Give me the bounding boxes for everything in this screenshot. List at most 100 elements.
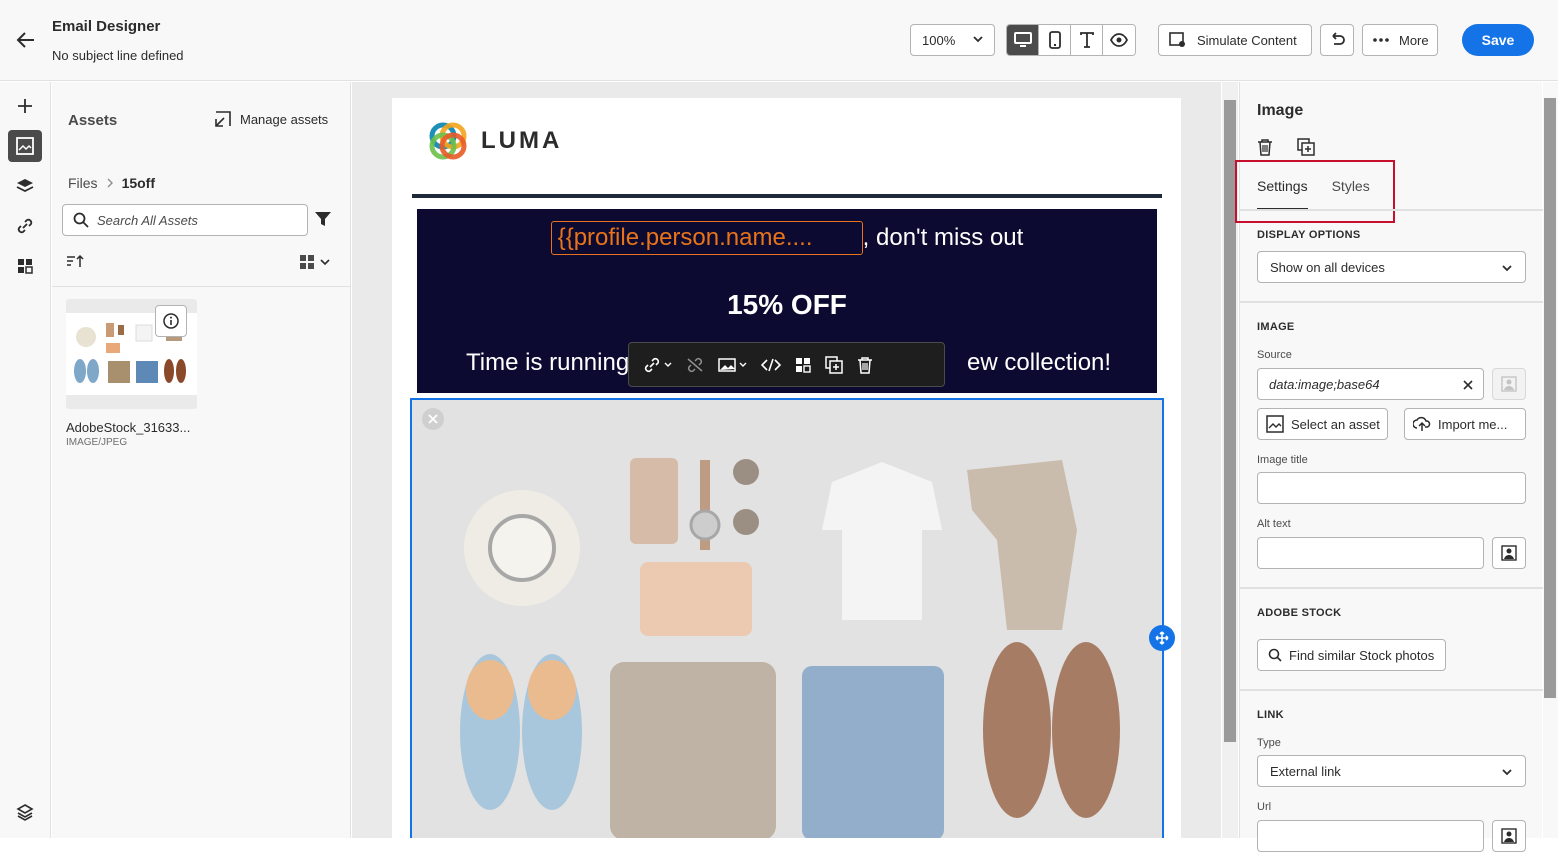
product-flatlay-image <box>412 400 1162 838</box>
select-asset-label: Select an asset <box>1291 416 1380 432</box>
duplicate-icon <box>825 355 843 374</box>
delete-button[interactable] <box>857 356 873 374</box>
display-options-heading: DISPLAY OPTIONS <box>1257 229 1361 241</box>
duplicate-icon[interactable] <box>1297 138 1315 156</box>
assets-icon <box>16 137 34 155</box>
asset-card[interactable] <box>66 299 197 409</box>
text-icon <box>1079 32 1094 48</box>
link-type-select[interactable]: External link <box>1257 755 1526 787</box>
email-body: LUMA {{profile.person.name.... , don't m… <box>392 98 1181 838</box>
simulate-label: Simulate Content <box>1197 32 1297 48</box>
code-button[interactable] <box>761 358 781 372</box>
search-placeholder: Search All Assets <box>97 212 198 228</box>
clear-icon[interactable] <box>1463 378 1473 393</box>
component-toolbar <box>628 342 945 387</box>
find-similar-stock-button[interactable]: Find similar Stock photos <box>1257 639 1446 671</box>
save-button[interactable]: Save <box>1462 24 1534 56</box>
chevron-down-icon <box>664 362 672 367</box>
sort-button[interactable] <box>66 254 84 273</box>
properties-panel: Image Settings Styles DISPLAY OPTIONS Sh… <box>1235 82 1543 852</box>
text-view-button[interactable] <box>1071 25 1103 55</box>
info-button[interactable] <box>155 305 187 337</box>
fragments-panel-button[interactable] <box>8 250 42 282</box>
info-icon <box>163 313 179 329</box>
breadcrumb: Files 15off <box>68 175 155 191</box>
view-mode-group <box>1006 24 1136 56</box>
filter-button[interactable] <box>314 210 332 233</box>
unlink-button[interactable] <box>686 357 704 373</box>
source-personalize-button[interactable] <box>1492 368 1526 400</box>
properties-scrollbar[interactable] <box>1543 82 1558 838</box>
grid-view-icon <box>300 255 314 269</box>
desktop-view-button[interactable] <box>1007 25 1039 55</box>
url-personalize-button[interactable] <box>1492 820 1526 852</box>
properties-scrollbar-thumb[interactable] <box>1544 98 1556 698</box>
source-label: Source <box>1257 349 1292 361</box>
manage-assets-link[interactable]: Manage assets <box>214 110 328 128</box>
mobile-icon <box>1048 31 1061 49</box>
section-divider <box>1240 587 1543 589</box>
find-similar-label: Find similar Stock photos <box>1289 647 1435 663</box>
alt-text-personalize-button[interactable] <box>1492 537 1526 569</box>
display-options-select[interactable]: Show on all devices <box>1257 251 1526 283</box>
image-options-button[interactable] <box>718 357 747 372</box>
fragment-icon <box>796 357 811 373</box>
duplicate-button[interactable] <box>825 355 843 374</box>
links-panel-button[interactable] <box>8 210 42 242</box>
divider-rule[interactable] <box>412 194 1162 198</box>
layers-panel-button[interactable] <box>8 170 42 202</box>
move-handle-icon[interactable] <box>1149 625 1175 651</box>
luma-logo-icon <box>429 122 467 160</box>
luma-wordmark: LUMA <box>481 127 563 154</box>
eye-icon <box>1110 33 1128 47</box>
link-type-value: External link <box>1270 763 1341 779</box>
assets-panel-button[interactable] <box>8 130 42 162</box>
link-icon <box>17 218 33 234</box>
properties-title: Image <box>1257 102 1304 119</box>
personalize-icon <box>1501 828 1517 844</box>
greeting-line: {{profile.person.name.... , don't miss o… <box>417 221 1157 255</box>
simulate-content-button[interactable]: Simulate Content <box>1158 24 1312 56</box>
assets-title: Assets <box>68 112 118 129</box>
source-field[interactable]: data:image;base64 <box>1257 368 1484 400</box>
chevron-down-icon <box>1501 262 1513 277</box>
personalize-icon <box>1501 545 1517 561</box>
url-label: Url <box>1257 801 1272 813</box>
grid-icon <box>18 259 33 274</box>
luma-logo[interactable]: LUMA <box>427 120 562 162</box>
history-panel-button[interactable] <box>8 796 42 828</box>
alt-text-input[interactable] <box>1257 537 1484 569</box>
personalization-token[interactable]: {{profile.person.name.... <box>550 221 863 255</box>
asset-type: IMAGE/JPEG <box>66 437 128 448</box>
more-button[interactable]: More <box>1362 24 1438 56</box>
back-arrow-icon[interactable] <box>14 28 38 52</box>
sort-icon <box>67 254 84 267</box>
more-dots-icon <box>1373 38 1389 42</box>
url-input[interactable] <box>1257 820 1484 852</box>
insert-link-button[interactable] <box>643 357 672 373</box>
mobile-view-button[interactable] <box>1039 25 1071 55</box>
filter-icon <box>315 212 331 226</box>
preview-button[interactable] <box>1103 25 1135 55</box>
select-asset-button[interactable]: Select an asset <box>1257 408 1388 440</box>
trash-icon[interactable] <box>1257 138 1273 156</box>
close-icon[interactable] <box>422 408 444 430</box>
fragment-button[interactable] <box>795 357 811 373</box>
image-title-input[interactable] <box>1257 472 1526 504</box>
chevron-down-icon <box>739 362 747 367</box>
view-switcher[interactable] <box>299 254 331 270</box>
undo-button[interactable] <box>1320 24 1354 56</box>
image-title-label: Image title <box>1257 454 1308 466</box>
undo-icon <box>1332 32 1345 45</box>
zoom-select[interactable]: 100% <box>910 24 995 56</box>
manage-assets-label: Manage assets <box>240 111 329 127</box>
zoom-value: 100% <box>922 32 956 48</box>
simulate-icon <box>1169 32 1185 47</box>
selected-image-component[interactable] <box>410 398 1164 838</box>
import-media-button[interactable]: Import me... <box>1404 408 1526 440</box>
chevron-right-icon <box>107 178 113 188</box>
search-input[interactable]: Search All Assets <box>62 204 308 236</box>
add-component-button[interactable] <box>8 90 42 122</box>
breadcrumb-root[interactable]: Files <box>68 175 98 191</box>
discount-headline[interactable]: 15% OFF <box>417 289 1157 321</box>
